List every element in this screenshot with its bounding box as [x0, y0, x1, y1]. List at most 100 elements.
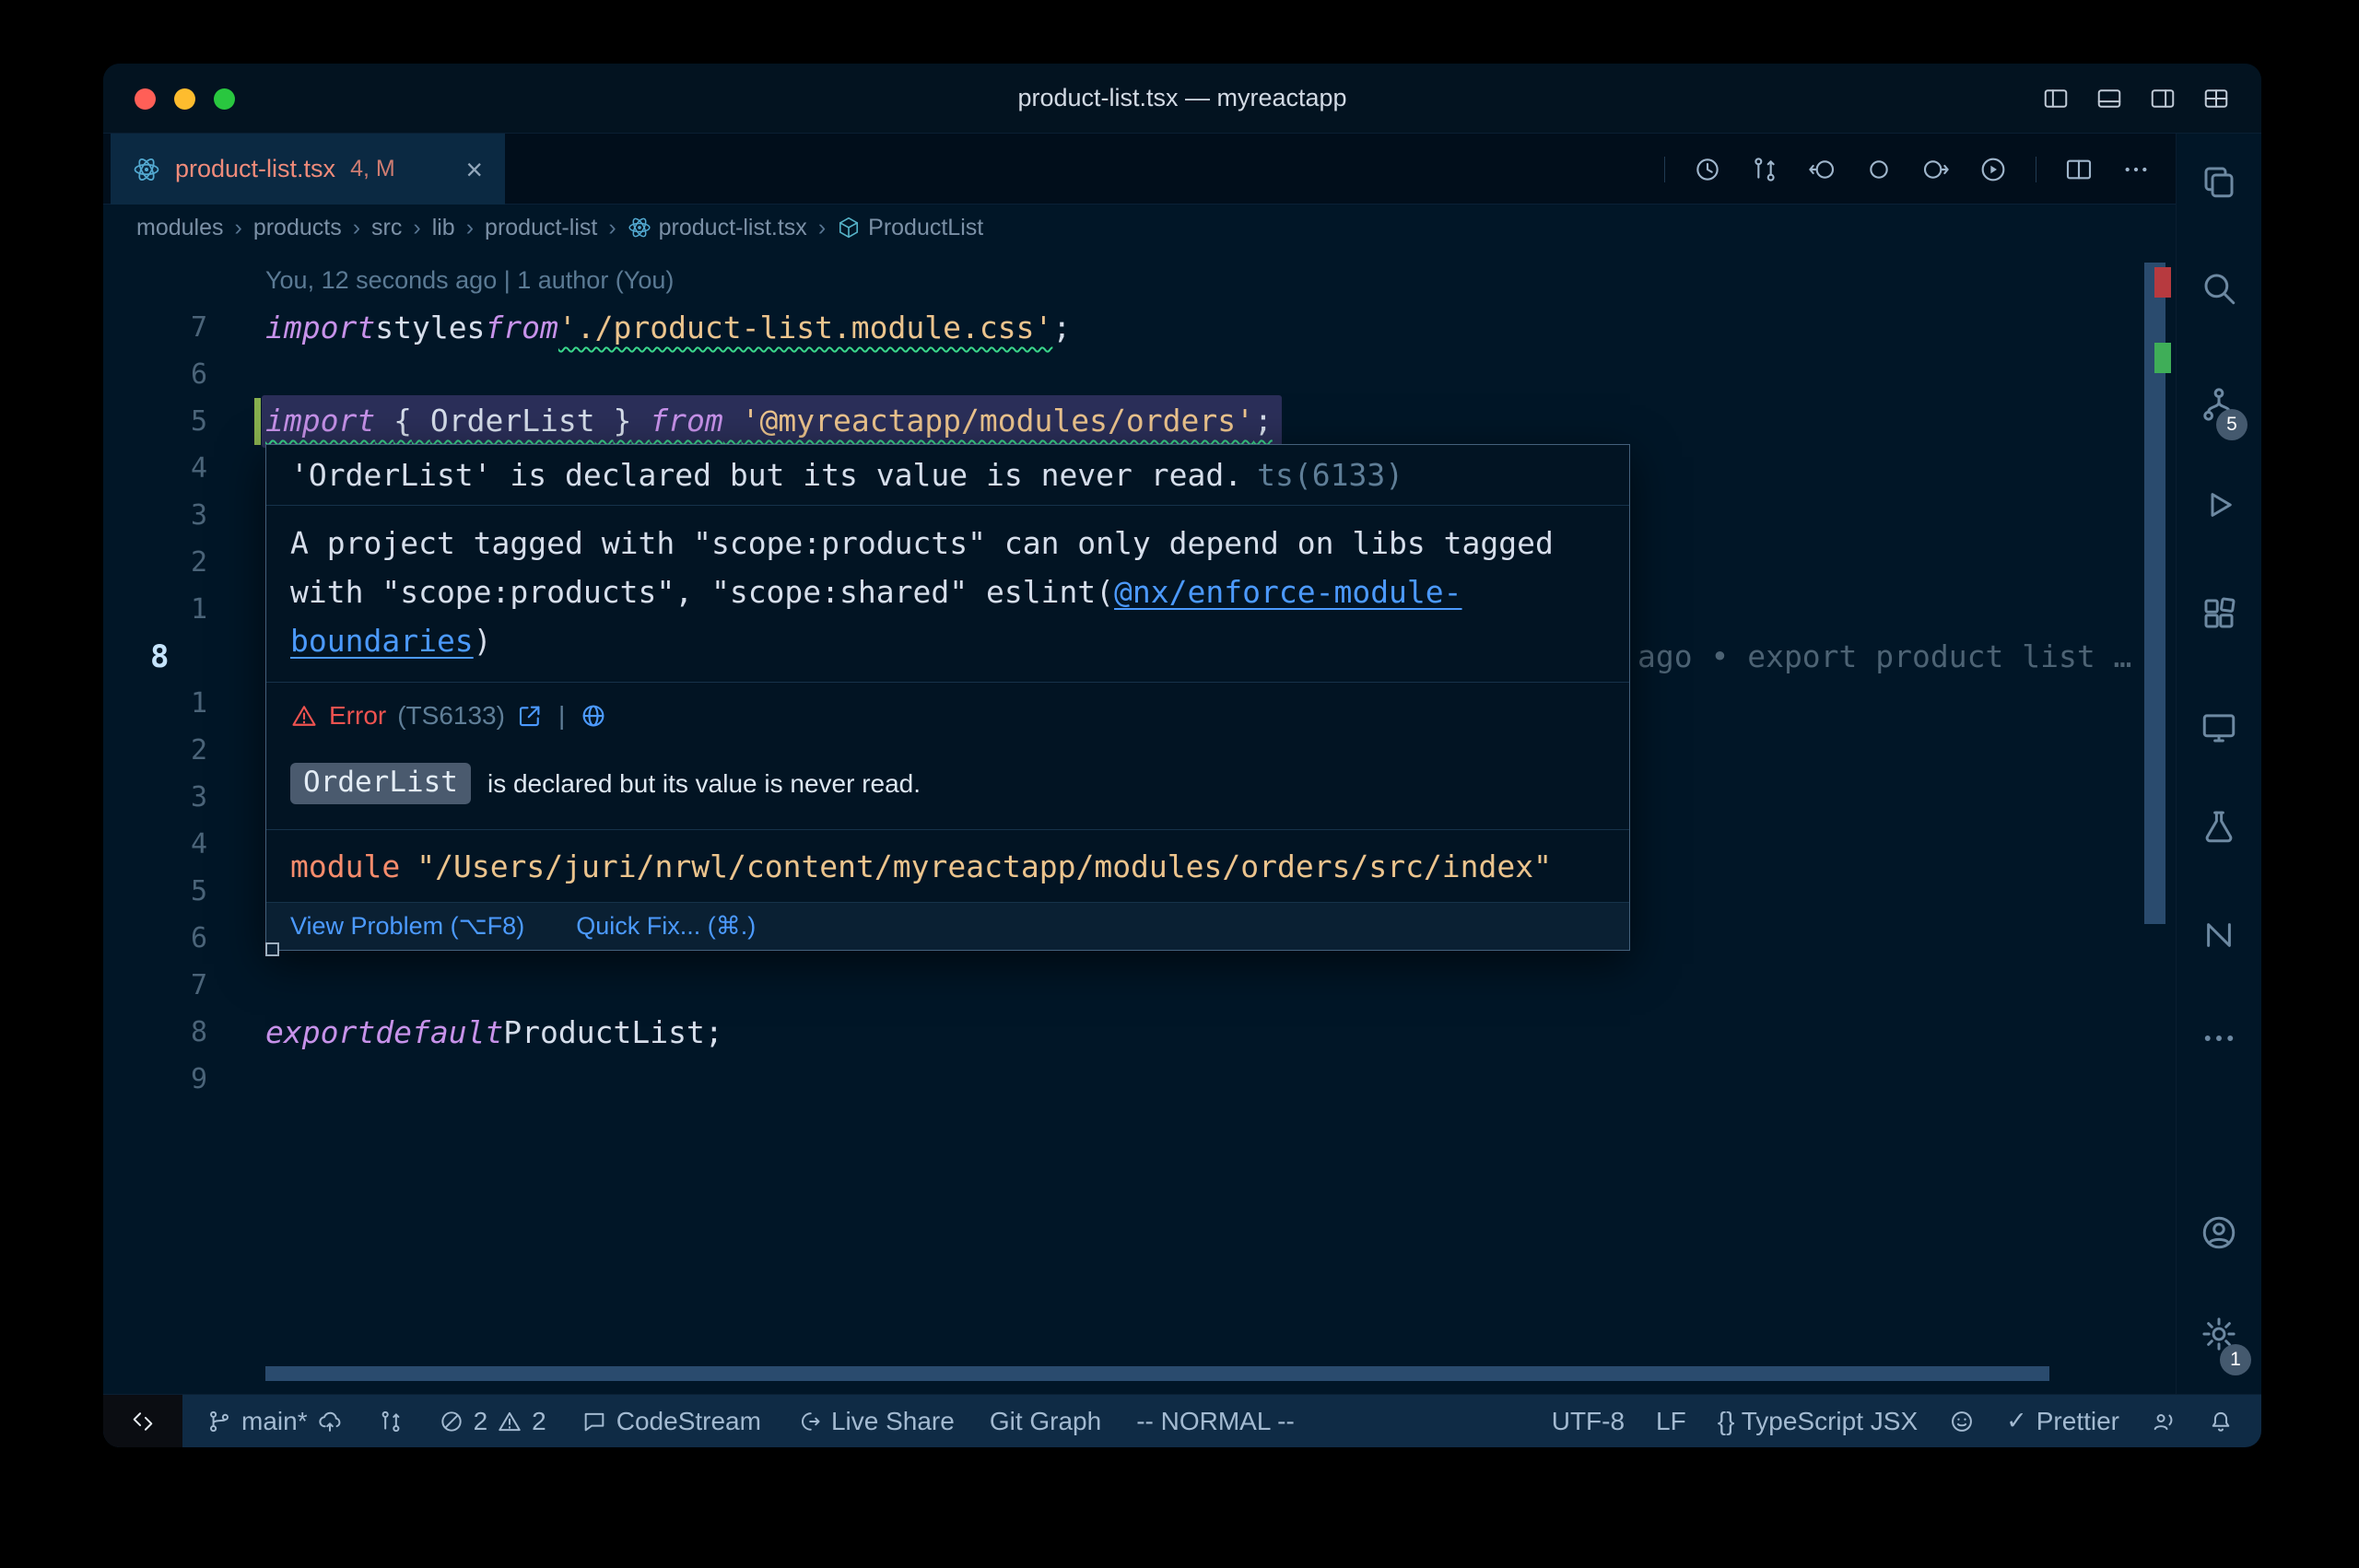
breadcrumb-lib[interactable]: lib [432, 215, 455, 241]
react-icon [133, 156, 160, 183]
activity-bar: 5 1 [2176, 134, 2261, 1394]
hover-ts-message: 'OrderList' is declared but its value is… [266, 445, 1629, 506]
line-number: 2 [103, 539, 207, 586]
breadcrumb-file[interactable]: product-list.tsx [628, 215, 807, 241]
encoding-item[interactable]: UTF-8 [1552, 1407, 1625, 1436]
code-line[interactable]: 7import styles from './product-list.modu… [103, 304, 2176, 351]
eslint-rule-link[interactable]: boundaries [290, 623, 474, 659]
token-punctuation: } [614, 403, 632, 439]
more-actions-icon[interactable] [2121, 155, 2151, 184]
hover-error-row: Error(TS6133) | [266, 683, 1629, 749]
remote-indicator[interactable] [103, 1395, 182, 1447]
code-line[interactable]: 9 [103, 1056, 2176, 1103]
tweet-feedback-item[interactable] [2151, 1409, 2177, 1434]
comment-bubble-icon [581, 1409, 607, 1434]
run-debug-icon[interactable] [2200, 486, 2238, 524]
hover-actions: View Problem (⌥F8) Quick Fix... (⌘.) [266, 902, 1629, 950]
token-keyword: from [485, 304, 557, 351]
line-number: 2 [103, 727, 207, 774]
token-keyword: from [650, 403, 722, 439]
minimize-button[interactable] [174, 88, 195, 110]
breadcrumb-products[interactable]: products [253, 215, 342, 241]
layout-panel-icon[interactable] [2095, 85, 2123, 112]
token-keyword: import [265, 403, 375, 439]
tab-close-icon[interactable]: × [465, 155, 483, 184]
prettier-item[interactable]: ✓Prettier [2006, 1407, 2119, 1436]
breadcrumb-symbol[interactable]: ProductList [837, 215, 983, 241]
codestream-label: CodeStream [616, 1407, 761, 1436]
nx-console-icon[interactable] [2200, 916, 2238, 954]
error-code: (TS6133) [397, 701, 505, 731]
smiley-icon [1949, 1409, 1975, 1434]
codestream-item[interactable]: CodeStream [581, 1407, 761, 1436]
timeline-icon[interactable] [1693, 155, 1722, 184]
vim-mode-label: -- NORMAL -- [1136, 1407, 1295, 1436]
layout-sidebar-right-icon[interactable] [2149, 85, 2177, 112]
explorer-icon[interactable] [2200, 162, 2238, 201]
view-problem-link[interactable]: View Problem (⌥F8) [290, 912, 524, 941]
open-changes-icon[interactable] [1864, 155, 1894, 184]
git-branch-item[interactable]: main* [206, 1407, 343, 1436]
token-string: './product-list.module.css' [558, 304, 1052, 351]
code-line[interactable]: 5import { OrderList } from '@myreactapp/… [103, 398, 2176, 445]
code-line[interactable]: 7 [103, 962, 2176, 1009]
run-file-icon[interactable] [1978, 155, 2008, 184]
chevron-right-icon: › [466, 215, 474, 241]
chevron-right-icon: › [235, 215, 242, 241]
token-punctuation: ; [1052, 304, 1071, 351]
line-number: 7 [103, 962, 207, 1009]
extensions-icon[interactable] [2200, 594, 2238, 633]
code-line[interactable]: 8export default ProductList; [103, 1009, 2176, 1056]
maximize-button[interactable] [214, 88, 235, 110]
problems-item[interactable]: 2 2 [439, 1407, 546, 1436]
prettier-label: Prettier [2036, 1407, 2119, 1436]
tab-product-list[interactable]: product-list.tsx 4, M × [111, 134, 505, 205]
vim-mode-item[interactable]: -- NORMAL -- [1136, 1407, 1295, 1436]
chevron-right-icon: › [413, 215, 420, 241]
remote-explorer-icon[interactable] [2200, 708, 2238, 747]
line-number: 1 [103, 680, 207, 727]
compare-changes-icon [378, 1409, 404, 1434]
vscode-window: product-list.tsx — myreactapp product-li… [103, 64, 2261, 1447]
breadcrumb-product-list[interactable]: product-list [485, 215, 597, 241]
error-hover-tooltip: 'OrderList' is declared but its value is… [265, 444, 1630, 951]
layout-grid-icon[interactable] [2202, 85, 2230, 112]
language-mode-item[interactable]: {} TypeScript JSX [1718, 1407, 1918, 1436]
external-link-icon[interactable] [516, 702, 544, 730]
eslint-rule-link[interactable]: @nx/enforce-module- [1114, 574, 1462, 610]
title-bar[interactable]: product-list.tsx — myreactapp [103, 64, 2261, 134]
notifications-item[interactable] [2208, 1409, 2234, 1434]
layout-sidebar-left-icon[interactable] [2042, 85, 2070, 112]
git-compare-icon[interactable] [1750, 155, 1779, 184]
blame-annotation[interactable]: You, 12 seconds ago | 1 author (You) [265, 257, 2176, 304]
chevron-right-icon: › [818, 215, 826, 241]
globe-icon[interactable] [580, 702, 607, 730]
live-share-item[interactable]: Live Share [796, 1407, 955, 1436]
breadcrumb-modules[interactable]: modules [136, 215, 224, 241]
line-number: 5 [103, 398, 207, 445]
person-broadcast-icon [2151, 1409, 2177, 1434]
code-line[interactable]: 6 [103, 351, 2176, 398]
prev-change-icon[interactable] [1807, 155, 1837, 184]
feedback-smiley-item[interactable] [1949, 1409, 1975, 1434]
hover-resize-grip[interactable] [265, 942, 279, 956]
account-icon[interactable] [2200, 1213, 2238, 1252]
module-path: "/Users/juri/nrwl/content/myreactapp/mod… [417, 848, 1552, 884]
test-beaker-icon[interactable] [2200, 807, 2238, 846]
git-graph-item[interactable]: Git Graph [990, 1407, 1101, 1436]
quick-fix-link[interactable]: Quick Fix... (⌘.) [576, 912, 756, 941]
line-number: 9 [103, 1056, 207, 1103]
next-change-icon[interactable] [1921, 155, 1951, 184]
overview-added-mark [2154, 343, 2171, 373]
horizontal-scrollbar[interactable] [265, 1366, 2049, 1381]
close-button[interactable] [135, 88, 156, 110]
hover-eslint-message: A project tagged with "scope:products" c… [266, 506, 1629, 683]
line-number: 6 [103, 351, 207, 398]
module-keyword: module [290, 848, 400, 884]
search-icon[interactable] [2200, 269, 2238, 308]
git-sync-item[interactable] [378, 1409, 404, 1434]
more-views-icon[interactable] [2200, 1019, 2238, 1058]
breadcrumb-src[interactable]: src [371, 215, 402, 241]
eol-item[interactable]: LF [1656, 1407, 1686, 1436]
split-editor-icon[interactable] [2064, 155, 2094, 184]
